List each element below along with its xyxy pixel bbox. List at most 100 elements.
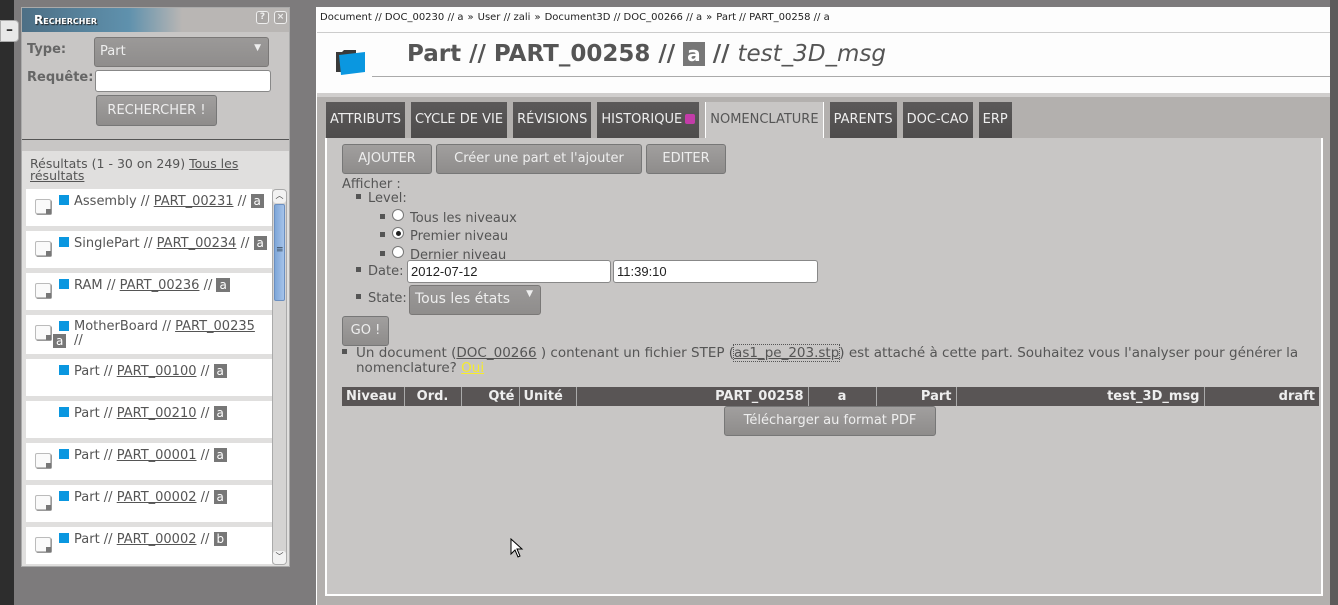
bom-column-header[interactable]: Ord. — [403, 387, 461, 406]
document-icon — [35, 537, 51, 552]
date-input[interactable] — [407, 260, 611, 283]
result-item[interactable]: MotherBoard // PART_00235 // a — [26, 315, 272, 354]
result-item[interactable]: Part // PART_00100 // a — [26, 359, 272, 396]
result-item[interactable]: Part // PART_00002 // a — [26, 485, 272, 522]
add-button[interactable]: AJOUTER — [342, 144, 432, 174]
radio-all-levels[interactable] — [392, 209, 404, 221]
date-row: Date: — [356, 264, 403, 279]
part-type-icon — [59, 321, 69, 331]
create-and-add-part-button[interactable]: Créer une part et l'ajouter — [436, 144, 642, 174]
breadcrumb-separator: » — [706, 12, 713, 23]
breadcrumb-item[interactable]: Document // DOC_00230 // a — [320, 12, 464, 23]
bom-column-header[interactable]: test_3D_msg — [955, 387, 1204, 406]
bullet — [356, 267, 361, 272]
bom-column-header[interactable]: draft — [1203, 387, 1319, 406]
result-ref-link[interactable]: PART_00100 — [117, 364, 197, 379]
part-type-icon — [59, 533, 69, 543]
help-icon[interactable]: ? — [256, 11, 269, 24]
scroll-down-icon[interactable]: ﹀ — [273, 551, 286, 564]
tab-label: HISTORIQUE — [601, 112, 683, 127]
radio-last-level[interactable] — [392, 246, 404, 258]
tab-cycle-de-vie[interactable]: CYCLE DE VIE — [411, 102, 508, 138]
bom-column-header[interactable]: PART_00258 — [575, 387, 808, 406]
result-ref-link[interactable]: PART_00210 — [117, 406, 197, 421]
result-ref-link[interactable]: PART_00234 — [157, 236, 237, 251]
part-type-icon — [59, 279, 69, 289]
rss-icon[interactable] — [685, 114, 696, 124]
search-submit-button[interactable]: RECHERCHER ! — [96, 95, 217, 126]
breadcrumb-item[interactable]: Part // PART_00258 // a — [716, 12, 829, 23]
result-item[interactable]: RAM // PART_00236 // a — [26, 273, 272, 310]
breadcrumb-separator: » — [467, 12, 474, 23]
bom-column-header[interactable]: Unité — [518, 387, 576, 406]
document-icon — [35, 241, 51, 256]
result-item[interactable]: Part // PART_00210 // a — [26, 401, 272, 438]
level-option-label: Tous les niveaux — [410, 211, 517, 226]
level-option-first[interactable]: Premier niveau — [380, 227, 508, 244]
tab-attributs[interactable]: ATTRIBUTS — [326, 102, 406, 138]
tab-doc-cao[interactable]: DOC-CAO — [902, 102, 973, 138]
radio-first-level[interactable] — [392, 227, 404, 239]
results-summary: Résultats (1 - 30 on 249) Tous les résul… — [30, 157, 280, 182]
bom-column-header[interactable]: Part — [875, 387, 956, 406]
breadcrumb-item[interactable]: Document3D // DOC_00266 // a — [545, 12, 703, 23]
level-option-all[interactable]: Tous les niveaux — [380, 209, 517, 226]
revision-badge: b — [213, 532, 228, 546]
tab-historique[interactable]: HISTORIQUE — [597, 102, 700, 138]
bom-column-header[interactable]: Qté — [460, 387, 519, 406]
yes-link[interactable]: Oui — [461, 360, 484, 376]
document-icon — [35, 453, 51, 468]
title-divider — [372, 76, 1332, 77]
separator: // — [199, 278, 217, 293]
main-content: Document // DOC_00230 // a» User // zali»… — [316, 7, 1332, 605]
time-input[interactable] — [613, 260, 818, 283]
result-type: SinglePart — [74, 236, 140, 251]
download-pdf-button[interactable]: Télécharger au format PDF — [724, 406, 936, 436]
result-item[interactable]: Part // PART_00002 // b — [26, 527, 272, 564]
bom-column-header[interactable]: Niveau — [342, 387, 404, 406]
step-file-message: Un document (DOC_00266 ) contenant un fi… — [342, 344, 1324, 376]
result-type: Part — [74, 406, 100, 421]
date-label: Date: — [368, 264, 404, 279]
result-ref-link[interactable]: PART_00002 — [117, 490, 197, 505]
result-ref-link[interactable]: PART_00002 — [117, 532, 197, 547]
separator: // — [99, 406, 117, 421]
tab-nomenclature[interactable]: NOMENCLATURE — [705, 102, 824, 138]
separator: // — [196, 406, 214, 421]
page-title-ref: Part // PART_00258 // — [407, 41, 676, 67]
breadcrumb-item[interactable]: User // zali — [478, 12, 531, 23]
collapse-panel-button[interactable]: – — [0, 20, 19, 42]
tab-parents[interactable]: PARENTS — [829, 102, 897, 138]
result-item[interactable]: Part // PART_00001 // a — [26, 443, 272, 480]
results-scrollbar[interactable]: ︿ ≡ ﹀ — [272, 189, 287, 565]
part-type-icon — [59, 237, 69, 247]
revision-badge: a — [213, 448, 227, 462]
level-row: Level: — [356, 191, 407, 206]
level-option-label: Premier niveau — [410, 229, 509, 244]
step-file-link[interactable]: as1_pe_203.stp — [733, 344, 841, 362]
go-button[interactable]: GO ! — [342, 316, 389, 346]
result-ref-link[interactable]: PART_00231 — [154, 194, 234, 209]
separator: // — [99, 364, 117, 379]
search-panel: Rechercher ? × Type: Part ▼ Requête: REC… — [21, 7, 290, 567]
state-select[interactable]: Tous les états ▼ — [409, 285, 541, 315]
separator: // — [196, 490, 214, 505]
page-header: Document // DOC_00230 // a» User // zali»… — [317, 7, 1332, 97]
result-item[interactable]: Assembly // PART_00231 // a — [26, 189, 272, 226]
query-input[interactable] — [95, 70, 271, 92]
display-label: Afficher : — [342, 177, 401, 192]
doc-link[interactable]: DOC_00266 — [456, 345, 536, 361]
edit-button[interactable]: EDITER — [646, 144, 726, 174]
result-item[interactable]: SinglePart // PART_00234 // a — [26, 231, 272, 268]
scroll-up-icon[interactable]: ︿ — [273, 190, 286, 203]
result-ref-link[interactable]: PART_00235 — [175, 319, 255, 334]
type-select[interactable]: Part ▼ — [94, 37, 269, 67]
page-title-name: test_3D_msg — [737, 41, 887, 67]
close-icon[interactable]: × — [274, 11, 287, 24]
bullet — [380, 214, 385, 219]
result-ref-link[interactable]: PART_00236 — [120, 278, 200, 293]
tab-r-visions[interactable]: RÉVISIONS — [513, 102, 592, 138]
bom-column-header[interactable]: a — [807, 387, 876, 406]
tab-erp[interactable]: ERP — [978, 102, 1012, 138]
result-ref-link[interactable]: PART_00001 — [117, 448, 197, 463]
